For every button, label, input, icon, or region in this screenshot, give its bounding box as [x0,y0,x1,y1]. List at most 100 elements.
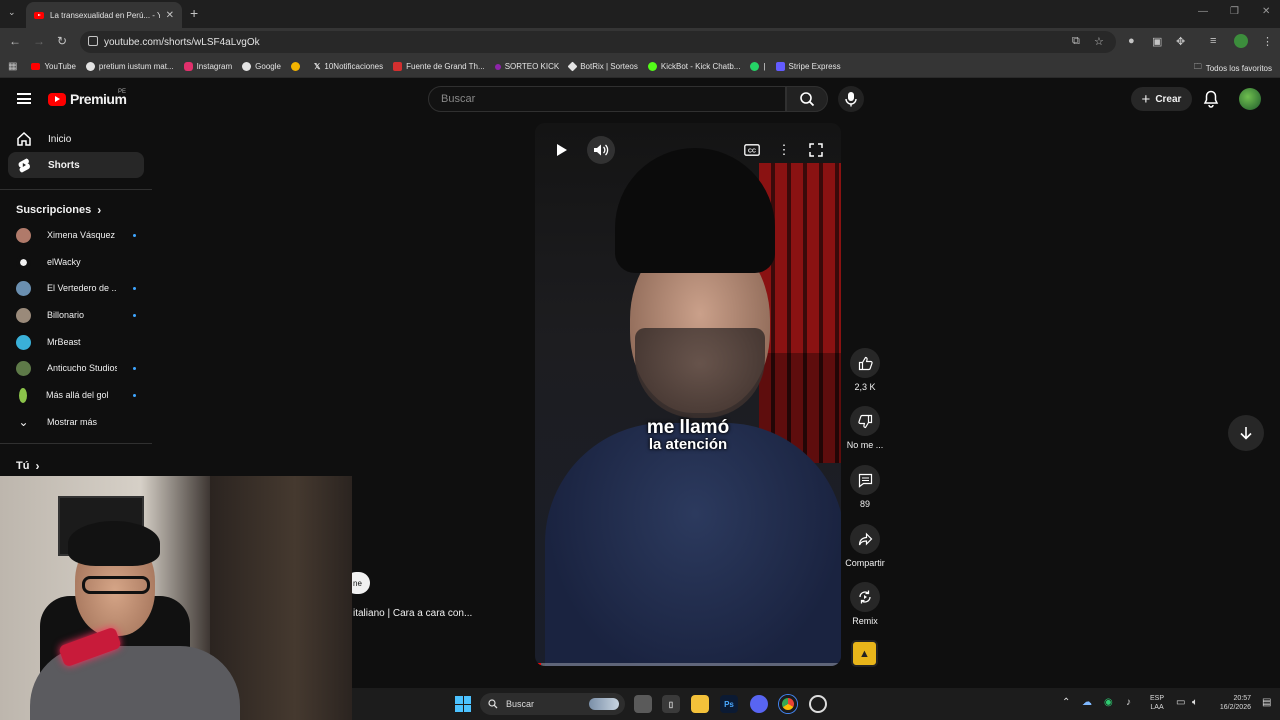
bookmark-item[interactable]: | [750,62,766,71]
taskbar-clock[interactable]: 20:57 16/2/2026 [1211,694,1251,712]
channel-avatar [16,227,31,243]
close-window-icon[interactable]: ✕ [1262,6,1270,17]
tray-overflow-icon[interactable]: ⌃ [1062,697,1070,708]
bookmark-item[interactable]: BotRix | Sorteos [567,61,638,72]
discord-icon[interactable] [750,695,768,713]
fullscreen-button[interactable] [805,139,827,161]
address-bar[interactable]: youtube.com/shorts/wLSF4aLvgOk [80,31,1116,53]
webcam-overlay [0,476,352,720]
bookmark-item[interactable]: KickBot - Kick Chatb... [647,62,740,71]
next-short-button[interactable] [1228,415,1264,451]
share-button[interactable]: Compartir [844,524,886,568]
extensions-puzzle-icon[interactable]: ✥ [1176,35,1185,48]
input-language[interactable]: ESP LAA [1150,694,1164,712]
minimize-icon[interactable]: — [1198,6,1208,17]
microphone-tray-icon[interactable]: ♪ [1126,697,1131,708]
photoshop-icon[interactable]: Ps [720,695,738,713]
short-video-player[interactable]: me llamó la atención CC ⋮ [535,123,841,666]
stripe-icon [775,62,785,71]
sidebar-item-shorts[interactable]: Shorts [8,152,144,178]
taskbar-search[interactable]: Buscar [480,693,625,715]
widgets-icon[interactable]: ▯ [662,695,680,713]
task-view-icon[interactable] [634,695,652,713]
subscription-item[interactable]: El Vertedero de ... [16,278,136,298]
obs-icon[interactable] [809,695,827,713]
bookmark-item[interactable]: Stripe Express [775,62,841,71]
search-button[interactable] [786,86,828,112]
volume-button[interactable] [587,136,615,164]
subscription-item[interactable]: Más allá del gol [16,385,136,405]
profile-icon[interactable] [1234,34,1248,48]
reading-list-icon[interactable]: ≡ [1210,35,1216,47]
x-logo-icon: 𝕏 [313,62,321,71]
create-button[interactable]: + Crear [1131,87,1192,111]
sidebar-item-home[interactable]: Inicio [8,126,144,152]
search-input[interactable]: Buscar [428,86,786,112]
comments-button[interactable]: 89 [844,465,886,509]
security-icon[interactable]: ◉ [1104,697,1113,708]
apps-grid-icon[interactable]: ▦ [8,61,17,72]
windows-start-icon[interactable] [455,696,471,712]
subscription-item[interactable]: elWacky [16,252,136,272]
bookmark-item[interactable]: Google [242,62,281,71]
show-more-button[interactable]: ⌄ Mostrar más [16,412,136,432]
dislike-button[interactable]: No me ... [844,406,886,450]
maximize-icon[interactable]: ❐ [1230,6,1239,17]
play-button[interactable] [551,139,573,161]
back-icon[interactable]: ← [9,34,21,48]
sidebar-divider [0,443,152,444]
bookmark-item[interactable]: 𝕏 10Notificaciones [314,62,383,71]
previous-short-title[interactable]: italiano | Cara a cara con... [353,608,472,619]
new-content-dot [133,366,136,370]
channel-thumbnail[interactable]: ▲ [851,640,878,667]
chrome-icon[interactable] [779,695,797,713]
subscription-item[interactable]: Anticucho Studios [16,358,136,378]
reload-icon[interactable]: ↻ [57,34,67,48]
bookmark-item[interactable] [290,62,304,71]
network-icon[interactable]: ▭ [1176,697,1185,708]
subscription-item[interactable]: Billonario [16,305,136,325]
bookmark-item[interactable]: Fuente de Grand Th... [393,62,485,71]
subscription-item[interactable]: Ximena Vásquez [16,225,136,245]
you-section-header[interactable]: Tú › [16,459,39,473]
extension-icon[interactable]: ● [1128,35,1135,47]
bookmark-item[interactable]: YouTube [31,62,76,71]
remix-button[interactable]: Remix [844,582,886,626]
bookmark-item[interactable]: pretium iustum mat... [85,62,174,71]
forward-icon[interactable]: → [33,34,45,48]
account-avatar[interactable] [1239,88,1261,110]
subscriptions-header[interactable]: Suscripciones › [16,203,101,217]
tab-close-icon[interactable]: ✕ [166,10,174,21]
like-button[interactable]: 2,3 K [844,348,886,392]
bookmark-item[interactable]: Instagram [183,62,232,71]
video-person-beanie [615,148,775,273]
onedrive-icon[interactable]: ☁ [1082,697,1092,708]
bookmark-star-icon[interactable]: ☆ [1094,35,1104,48]
channel-avatar [16,254,31,270]
subscription-item[interactable]: MrBeast [16,332,136,352]
pinwheel-icon [290,62,300,71]
tab-search-icon[interactable]: ⌄ [8,7,16,18]
instagram-icon [183,62,193,71]
file-explorer-icon[interactable] [691,695,709,713]
install-app-icon[interactable]: ⧉ [1072,35,1080,48]
new-content-dot [133,286,136,290]
bookmark-item[interactable]: SORTEO KICK [494,62,559,71]
hamburger-menu-icon[interactable] [17,93,31,104]
arrow-down-icon [1240,427,1252,440]
microphone-icon [845,92,857,107]
new-tab-icon[interactable]: + [190,5,198,21]
voice-search-button[interactable] [838,86,864,112]
notifications-bell-icon[interactable] [1203,90,1219,113]
menu-kebab-icon[interactable]: ⋮ [1262,35,1273,48]
browser-tab[interactable]: La transexualidad en Perú... - Yo ✕ [26,2,182,28]
notifications-icon[interactable]: ▤ [1262,697,1271,708]
more-options-icon[interactable]: ⋮ [773,139,795,161]
extension-2-icon[interactable]: ▣ [1152,35,1162,48]
all-bookmarks-folder[interactable]: 🗀 Todos los favoritos [1194,61,1272,75]
youtube-premium-logo[interactable]: Premium PE [48,89,127,107]
site-info-icon[interactable] [88,36,98,46]
volume-tray-icon[interactable]: 🔈︎ [1192,697,1198,708]
captions-button[interactable]: CC [741,139,763,161]
video-progress-bar[interactable] [535,663,841,666]
